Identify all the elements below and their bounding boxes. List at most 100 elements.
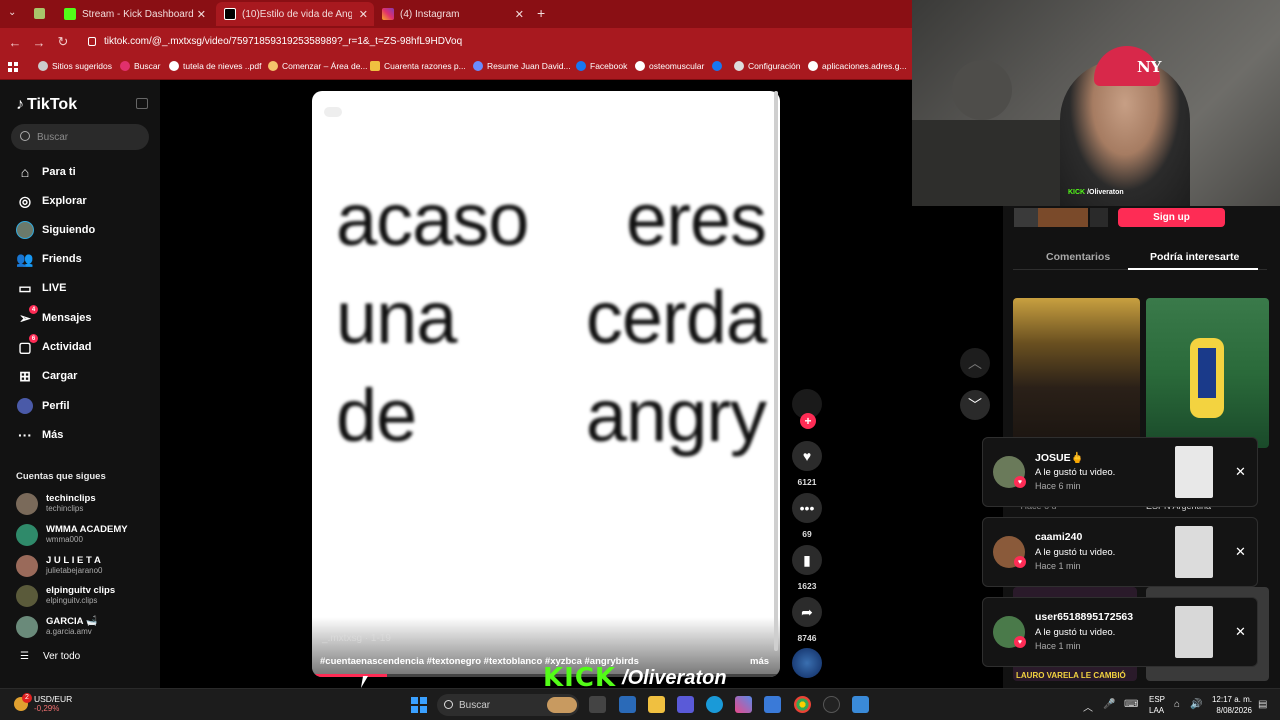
video-player[interactable]: acaso eres una cerda de angry	[312, 91, 780, 677]
nav-live[interactable]: ▭ LIVE	[16, 277, 66, 299]
teams-icon[interactable]	[677, 696, 694, 713]
pinned-tab-icon[interactable]	[34, 8, 45, 19]
next-video-arrow-icon[interactable]: ﹀	[960, 390, 990, 420]
tab-title: (4) Instagram	[400, 8, 460, 20]
search-input[interactable]: Buscar	[11, 124, 149, 150]
close-tab-icon[interactable]: ✕	[197, 8, 206, 21]
notification-center-icon[interactable]: ▤	[1258, 699, 1267, 710]
file-explorer-icon[interactable]	[648, 696, 665, 713]
like-action[interactable]: ♥ 6121	[792, 441, 822, 487]
nav-perfil[interactable]: Perfil	[16, 395, 70, 417]
apps-grid-icon[interactable]	[8, 62, 18, 72]
volume-icon[interactable]: 🔊	[1190, 699, 1202, 710]
taskbar-search-input[interactable]: Buscar	[437, 694, 579, 716]
share-icon[interactable]: ➦	[792, 597, 822, 627]
video-author[interactable]: _.mxtxsg · 1-19	[322, 633, 391, 644]
nav-siguiendo[interactable]: Siguiendo	[16, 219, 95, 241]
bookmark-item[interactable]: osteomuscular	[635, 61, 704, 71]
sign-up-button[interactable]: Sign up	[1118, 208, 1225, 227]
followed-account[interactable]: techinclips techinclips	[16, 490, 96, 518]
save-action[interactable]: ▮ 1623	[792, 545, 822, 591]
forward-arrow-icon[interactable]: →	[27, 35, 51, 50]
bookmark-item[interactable]: Cuarenta razones p...	[370, 61, 466, 71]
notification-user: JOSUE🖕	[1035, 452, 1084, 464]
see-all-button[interactable]: ☰ Ver todo	[20, 651, 80, 662]
heart-icon[interactable]: ♥	[792, 441, 822, 471]
mail-icon[interactable]	[764, 696, 781, 713]
bookmark-item[interactable]: aplicaciones.adres.g...	[808, 61, 907, 71]
comment-icon[interactable]: •••	[792, 493, 822, 523]
tab-podria-interesarte[interactable]: Podría interesarte	[1150, 251, 1239, 263]
notification-card[interactable]: ♥ user6518895172563 A le gustó tu video.…	[982, 597, 1258, 667]
nav-friends[interactable]: 👥 Friends	[16, 248, 81, 270]
tab-kick-dashboard[interactable]: Stream - Kick Dashboard ✕	[56, 2, 212, 26]
tab-comentarios[interactable]: Comentarios	[1046, 251, 1110, 263]
bookmark-item[interactable]: tutela de nieves ..pdf	[169, 61, 261, 71]
microphone-icon[interactable]: 🎤	[1103, 699, 1115, 710]
nav-para-ti[interactable]: ⌂ Para ti	[16, 161, 76, 183]
url-field[interactable]: tiktok.com/@_.mxtxsg/video/7597185931925…	[104, 36, 462, 47]
previous-video-arrow-icon[interactable]: ︿	[960, 348, 990, 378]
scrollbar[interactable]	[774, 91, 778, 651]
tray-chevron-icon[interactable]: ︿	[1083, 699, 1093, 714]
bookmark-icon[interactable]: ▮	[792, 545, 822, 575]
globe-icon	[169, 61, 179, 71]
app-icon[interactable]	[852, 696, 869, 713]
profile-icon	[16, 397, 34, 415]
more-icon: ···	[18, 427, 32, 443]
app-icon[interactable]	[619, 696, 636, 713]
share-action[interactable]: ➦ 8746	[792, 597, 822, 643]
close-icon[interactable]: ✕	[1235, 544, 1246, 560]
suggested-video-thumbnail[interactable]	[1013, 298, 1140, 448]
tab-tiktok[interactable]: (10)Estilo de vida de Angry Bird ✕	[216, 2, 374, 26]
bookmark-item[interactable]: Buscar	[120, 61, 160, 71]
volume-icon[interactable]	[324, 107, 342, 117]
nav-mas[interactable]: ··· Más	[16, 424, 63, 446]
keyboard-icon[interactable]: ⌨	[1124, 699, 1138, 710]
close-tab-icon[interactable]: ✕	[359, 8, 368, 21]
edge-icon[interactable]	[706, 696, 723, 713]
bookmark-item[interactable]: Sitios sugeridos	[38, 61, 112, 71]
follow-plus-button[interactable]: +	[800, 413, 816, 429]
reload-icon[interactable]: ↻	[51, 34, 75, 50]
followed-account[interactable]: elpinguitv clips elpinguitv.clips	[16, 582, 115, 610]
bookmark-item[interactable]: Configuración	[734, 61, 800, 71]
bookmark-item[interactable]: Facebook	[576, 61, 627, 71]
music-disc-icon[interactable]	[792, 648, 822, 678]
followed-account[interactable]: GARCIA 🛁 a.garcia.amv	[16, 613, 98, 641]
bookmark-item[interactable]	[712, 61, 726, 71]
notification-card[interactable]: ♥ caami240 A le gustó tu video. Hace 1 m…	[982, 517, 1258, 587]
nav-cargar[interactable]: ⊞ Cargar	[16, 365, 77, 387]
tiktok-logo[interactable]: ♪ TikTok	[16, 96, 77, 114]
task-view-icon[interactable]	[589, 696, 606, 713]
market-widget[interactable]: 2 USD/EUR -0,29%	[14, 692, 72, 713]
comment-action[interactable]: ••• 69	[792, 493, 822, 539]
site-info-icon[interactable]	[88, 37, 96, 46]
bookmark-item[interactable]: Comenzar – Área de...	[268, 61, 368, 71]
chrome-icon[interactable]	[794, 696, 811, 713]
tab-instagram[interactable]: (4) Instagram ✕	[374, 2, 530, 26]
following-avatar-icon	[16, 221, 34, 239]
collapse-sidebar-icon[interactable]	[136, 98, 148, 109]
back-arrow-icon[interactable]: ←	[3, 35, 27, 50]
nav-explorar[interactable]: ◎ Explorar	[16, 190, 87, 212]
network-icon[interactable]: ⌂	[1174, 699, 1180, 710]
windows-start-icon[interactable]	[411, 697, 427, 713]
followed-account[interactable]: J U L I E T Ajulietabejarano0	[16, 552, 103, 580]
tiktok-app-icon[interactable]	[823, 696, 840, 713]
close-icon[interactable]: ✕	[1235, 464, 1246, 480]
notification-card[interactable]: ♥ JOSUE🖕 A le gustó tu video. Hace 6 min…	[982, 437, 1258, 507]
bookmark-item[interactable]: Resume Juan David...	[473, 61, 571, 71]
copilot-icon[interactable]	[735, 696, 752, 713]
close-tab-icon[interactable]: ✕	[515, 8, 524, 21]
new-tab-button[interactable]: +	[537, 5, 545, 21]
suggested-video-thumbnail[interactable]	[1146, 298, 1269, 448]
tab-list-chevron-icon[interactable]: ⌄	[8, 7, 16, 18]
close-icon[interactable]: ✕	[1235, 624, 1246, 640]
nav-actividad[interactable]: ▢ 6 Actividad	[16, 334, 92, 358]
language-indicator[interactable]: ESP LAA	[1149, 694, 1165, 716]
taskbar-clock[interactable]: 12:17 a. m. 8/08/2026	[1204, 694, 1252, 716]
more-link[interactable]: más	[750, 656, 769, 667]
nav-mensajes[interactable]: ➢ 4 Mensajes	[16, 305, 92, 329]
followed-account[interactable]: WMMA ACADEMY wmma000	[16, 521, 128, 549]
